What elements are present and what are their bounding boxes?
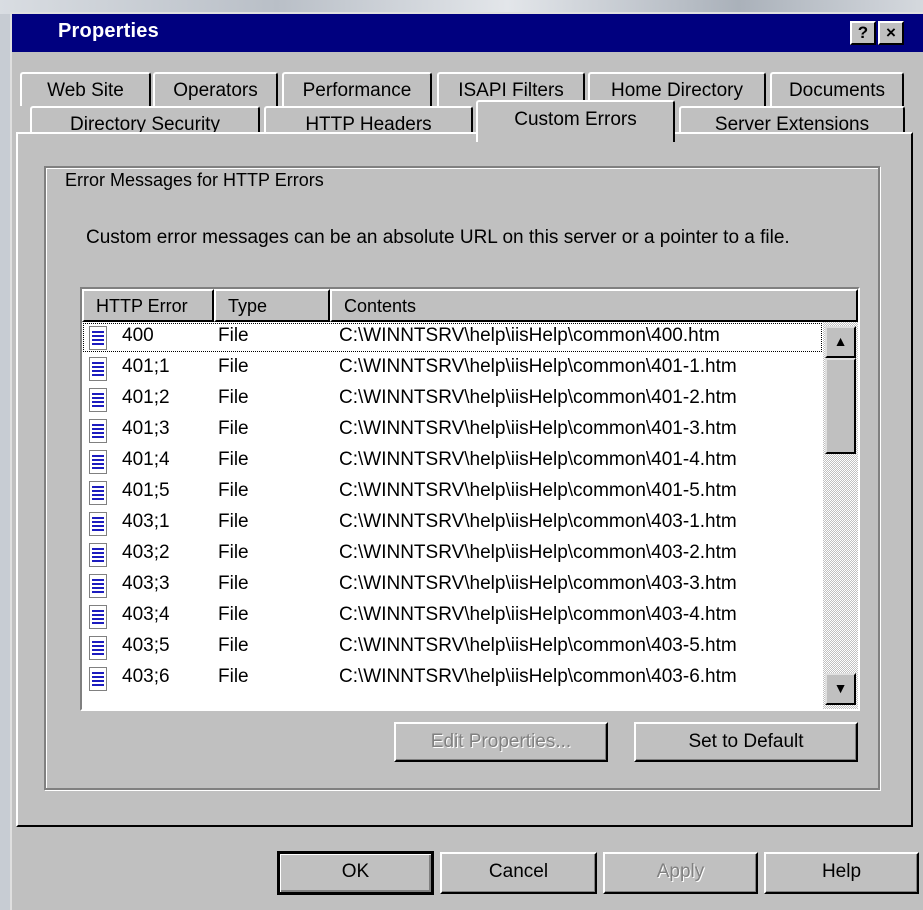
error-type: File: [218, 480, 249, 501]
list-rows: 400 File C:\WINNTSRV\help\iisHelp\common…: [82, 322, 823, 709]
document-icon: [89, 636, 107, 660]
error-code: 403;3: [122, 573, 170, 594]
list-header: HTTP Error Type Contents: [82, 289, 858, 322]
error-code: 401;3: [122, 418, 170, 439]
edit-properties-button[interactable]: Edit Properties...: [394, 722, 608, 762]
error-code: 403;5: [122, 635, 170, 656]
help-button[interactable]: Help: [764, 852, 919, 894]
description-text: Custom error messages can be an absolute…: [86, 227, 790, 248]
list-row[interactable]: 403;2 File C:\WINNTSRV\help\iisHelp\comm…: [82, 539, 823, 570]
document-icon: [89, 419, 107, 443]
document-icon: [89, 543, 107, 567]
document-icon: [89, 512, 107, 536]
error-type: File: [218, 418, 249, 439]
tab-performance[interactable]: Performance: [282, 72, 432, 106]
error-contents: C:\WINNTSRV\help\iisHelp\common\400.htm: [339, 325, 720, 346]
window-title: Properties: [58, 20, 159, 42]
close-caption-button[interactable]: ×: [878, 21, 904, 45]
tab-custom-errors[interactable]: Custom Errors: [476, 100, 675, 142]
column-header-type[interactable]: Type: [214, 289, 330, 322]
error-type: File: [218, 542, 249, 563]
list-row[interactable]: 403;5 File C:\WINNTSRV\help\iisHelp\comm…: [82, 632, 823, 663]
document-icon: [89, 326, 107, 350]
document-icon: [89, 357, 107, 381]
error-contents: C:\WINNTSRV\help\iisHelp\common\403-1.ht…: [339, 511, 737, 532]
title-bar: Properties ? ×: [12, 14, 923, 52]
error-type: File: [218, 666, 249, 687]
error-contents: C:\WINNTSRV\help\iisHelp\common\403-6.ht…: [339, 666, 737, 687]
error-code: 401;1: [122, 356, 170, 377]
error-code: 401;2: [122, 387, 170, 408]
document-icon: [89, 574, 107, 598]
error-contents: C:\WINNTSRV\help\iisHelp\common\403-5.ht…: [339, 635, 737, 656]
error-contents: C:\WINNTSRV\help\iisHelp\common\403-4.ht…: [339, 604, 737, 625]
scroll-down-button[interactable]: ▼: [825, 673, 856, 705]
error-contents: C:\WINNTSRV\help\iisHelp\common\401-4.ht…: [339, 449, 737, 470]
error-contents: C:\WINNTSRV\help\iisHelp\common\401-2.ht…: [339, 387, 737, 408]
apply-button[interactable]: Apply: [603, 852, 758, 894]
error-contents: C:\WINNTSRV\help\iisHelp\common\403-2.ht…: [339, 542, 737, 563]
error-code: 403;4: [122, 604, 170, 625]
list-row[interactable]: 403;4 File C:\WINNTSRV\help\iisHelp\comm…: [82, 601, 823, 632]
error-type: File: [218, 604, 249, 625]
error-code: 400: [122, 325, 154, 346]
list-row[interactable]: 401;2 File C:\WINNTSRV\help\iisHelp\comm…: [82, 384, 823, 415]
cancel-button[interactable]: Cancel: [440, 852, 597, 894]
error-type: File: [218, 635, 249, 656]
error-contents: C:\WINNTSRV\help\iisHelp\common\401-3.ht…: [339, 418, 737, 439]
document-icon: [89, 605, 107, 629]
document-icon: [89, 667, 107, 691]
error-code: 401;5: [122, 480, 170, 501]
error-contents: C:\WINNTSRV\help\iisHelp\common\401-5.ht…: [339, 480, 737, 501]
error-type: File: [218, 573, 249, 594]
column-header-contents[interactable]: Contents: [330, 289, 858, 322]
help-caption-button[interactable]: ?: [850, 21, 876, 45]
error-type: File: [218, 356, 249, 377]
group-title: Error Messages for HTTP Errors: [62, 170, 327, 191]
list-row[interactable]: 403;3 File C:\WINNTSRV\help\iisHelp\comm…: [82, 570, 823, 601]
document-icon: [89, 450, 107, 474]
tab-operators[interactable]: Operators: [153, 72, 278, 106]
tab-web-site[interactable]: Web Site: [20, 72, 151, 106]
list-row[interactable]: 401;1 File C:\WINNTSRV\help\iisHelp\comm…: [82, 353, 823, 384]
error-code: 403;6: [122, 666, 170, 687]
document-icon: [89, 388, 107, 412]
error-code: 403;1: [122, 511, 170, 532]
error-type: File: [218, 325, 249, 346]
error-contents: C:\WINNTSRV\help\iisHelp\common\401-1.ht…: [339, 356, 737, 377]
tab-documents[interactable]: Documents: [770, 72, 904, 106]
list-row[interactable]: 403;1 File C:\WINNTSRV\help\iisHelp\comm…: [82, 508, 823, 539]
ok-button[interactable]: OK: [277, 851, 434, 895]
error-type: File: [218, 449, 249, 470]
list-row[interactable]: 401;4 File C:\WINNTSRV\help\iisHelp\comm…: [82, 446, 823, 477]
error-code: 401;4: [122, 449, 170, 470]
list-row[interactable]: 401;5 File C:\WINNTSRV\help\iisHelp\comm…: [82, 477, 823, 508]
list-row[interactable]: 403;6 File C:\WINNTSRV\help\iisHelp\comm…: [82, 663, 823, 694]
vertical-scrollbar[interactable]: ▲ ▼: [823, 322, 858, 709]
http-errors-list[interactable]: HTTP Error Type Contents 400 File C:\WIN…: [80, 287, 860, 711]
scroll-up-button[interactable]: ▲: [825, 326, 856, 358]
document-icon: [89, 481, 107, 505]
set-to-default-button[interactable]: Set to Default: [634, 722, 858, 762]
error-type: File: [218, 511, 249, 532]
scroll-thumb[interactable]: [825, 358, 856, 454]
column-header-http-error[interactable]: HTTP Error: [82, 289, 214, 322]
error-contents: C:\WINNTSRV\help\iisHelp\common\403-3.ht…: [339, 573, 737, 594]
list-row[interactable]: 400 File C:\WINNTSRV\help\iisHelp\common…: [82, 322, 823, 353]
error-type: File: [218, 387, 249, 408]
list-row[interactable]: 401;3 File C:\WINNTSRV\help\iisHelp\comm…: [82, 415, 823, 446]
error-code: 403;2: [122, 542, 170, 563]
